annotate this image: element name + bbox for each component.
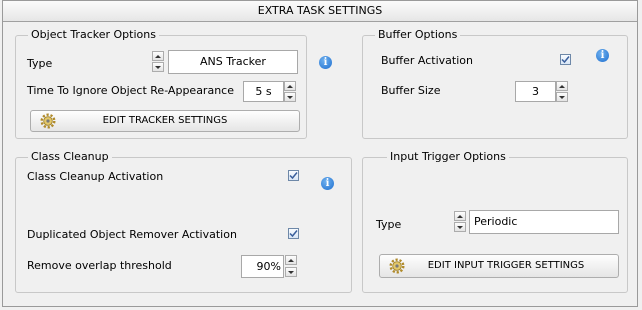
tracker-type-up-button[interactable] [152,51,164,61]
overlap-threshold-down-button[interactable] [285,267,297,277]
overlap-threshold-field[interactable]: 90% [241,255,284,278]
class-cleanup-activation-checkbox[interactable] [288,170,299,181]
gear-icon [40,113,56,129]
input-trigger-group-title: Input Trigger Options [387,150,509,164]
buffer-activation-checkbox[interactable] [560,54,571,65]
class-cleanup-activation-label: Class Cleanup Activation [27,170,164,183]
extra-task-settings-panel: EXTRA TASK SETTINGS Object Tracker Optio… [2,0,638,307]
checkmark-icon [289,172,298,180]
trigger-type-label: Type [376,218,402,231]
overlap-threshold-stepper[interactable] [285,255,297,278]
trigger-type-down-button[interactable] [454,222,466,232]
buffer-size-down-button[interactable] [556,92,568,102]
tracker-type-label: Type [27,57,53,70]
ignore-time-label: Time To Ignore Object Re-Appearance [27,84,234,97]
overlap-threshold-label: Remove overlap threshold [27,259,172,272]
buffer-size-stepper[interactable] [556,81,568,102]
overlap-threshold-up-button[interactable] [285,255,297,265]
tracker-type-down-button[interactable] [152,62,164,72]
trigger-type-stepper[interactable] [454,211,466,233]
tracker-type-stepper[interactable] [152,51,164,73]
class-cleanup-group: Class Cleanup Class Cleanup Activation i… [15,150,352,293]
object-tracker-group-title: Object Tracker Options [28,28,159,42]
edit-tracker-settings-label: EDIT TRACKER SETTINGS [102,115,228,126]
buffer-size-up-button[interactable] [556,81,568,91]
panel-title: EXTRA TASK SETTINGS [3,1,637,22]
class-cleanup-group-title: Class Cleanup [28,150,112,164]
checkmark-icon [289,230,298,238]
duplicate-remover-label: Duplicated Object Remover Activation [27,228,237,241]
edit-tracker-settings-button[interactable]: EDIT TRACKER SETTINGS [30,110,300,132]
gear-icon [389,258,405,274]
buffer-size-label: Buffer Size [381,84,441,97]
buffer-group-title: Buffer Options [375,28,461,42]
buffer-activation-label: Buffer Activation [381,54,473,67]
trigger-type-field[interactable]: Periodic [469,210,619,234]
info-icon[interactable]: i [321,177,334,190]
buffer-group: Buffer Options Buffer Activation i Buffe… [362,28,628,139]
ignore-time-down-button[interactable] [284,92,296,102]
info-icon[interactable]: i [596,49,609,62]
ignore-time-up-button[interactable] [284,81,296,91]
checkmark-icon [561,56,570,64]
ignore-time-stepper[interactable] [284,81,296,102]
tracker-type-field[interactable]: ANS Tracker [168,50,298,74]
info-icon[interactable]: i [319,56,332,69]
input-trigger-group: Input Trigger Options Type Periodic EDIT… [362,150,628,293]
object-tracker-group: Object Tracker Options Type ANS Tracker … [15,28,332,139]
edit-input-trigger-settings-button[interactable]: EDIT INPUT TRIGGER SETTINGS [379,254,619,278]
trigger-type-up-button[interactable] [454,211,466,221]
duplicate-remover-checkbox[interactable] [288,228,299,239]
buffer-size-field[interactable]: 3 [515,81,556,102]
edit-input-trigger-settings-label: EDIT INPUT TRIGGER SETTINGS [427,260,585,271]
ignore-time-field[interactable]: 5 s [243,81,284,102]
